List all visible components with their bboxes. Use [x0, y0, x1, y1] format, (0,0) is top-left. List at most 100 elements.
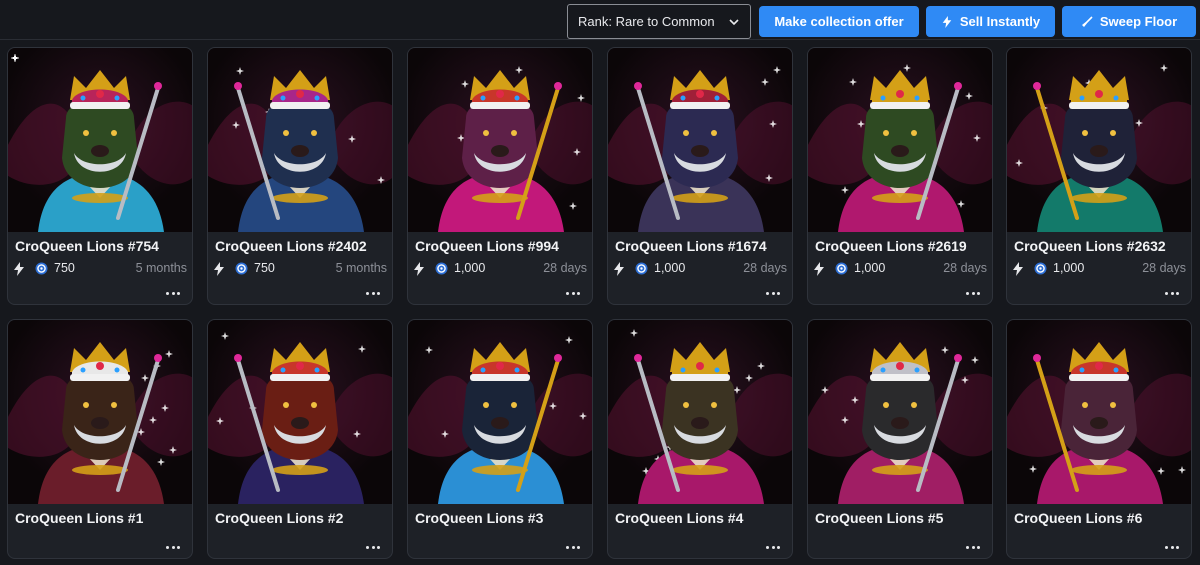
lion-portrait-image [1007, 64, 1191, 232]
nft-image[interactable] [8, 320, 192, 504]
nft-listing-info: 1,000 28 days [813, 261, 987, 277]
nft-name: CroQueen Lions #6 [1014, 510, 1143, 526]
nft-name: CroQueen Lions #1674 [615, 238, 767, 254]
nft-listed-age: 5 months [135, 261, 187, 275]
lion-portrait-image [208, 332, 392, 504]
more-options-icon[interactable] [766, 542, 780, 552]
nft-image[interactable] [808, 48, 992, 232]
nft-name: CroQueen Lions #994 [415, 238, 559, 254]
more-options-icon[interactable] [366, 288, 380, 298]
nft-card[interactable]: CroQueen Lions #754 750 5 months [7, 47, 193, 305]
cro-coin-icon [35, 262, 48, 275]
nft-price: 1,000 [454, 261, 486, 275]
nft-name: CroQueen Lions #1 [15, 510, 144, 526]
nft-listing-info: 1,000 28 days [613, 261, 787, 277]
nft-name: CroQueen Lions #4 [615, 510, 744, 526]
sell-instantly-label: Sell Instantly [959, 14, 1041, 29]
nft-card[interactable]: CroQueen Lions #5 [807, 319, 993, 559]
make-collection-offer-label: Make collection offer [774, 14, 904, 29]
cro-coin-icon [1034, 262, 1047, 275]
nft-image[interactable] [408, 48, 592, 232]
sort-dropdown[interactable]: Rank: Rare to Common [567, 4, 751, 39]
nft-image[interactable] [608, 320, 792, 504]
bolt-icon [614, 262, 624, 276]
nft-image[interactable] [1007, 48, 1191, 232]
bolt-icon [814, 262, 824, 276]
more-options-icon[interactable] [966, 542, 980, 552]
sort-dropdown-value: Rank: Rare to Common [578, 14, 715, 29]
lion-portrait-image [208, 67, 392, 232]
more-options-icon[interactable] [566, 542, 580, 552]
bolt-icon [14, 262, 24, 276]
lion-portrait-image [808, 64, 992, 232]
sell-instantly-button[interactable]: Sell Instantly [926, 6, 1055, 37]
nft-card[interactable]: CroQueen Lions #4 [607, 319, 793, 559]
nft-price: 1,000 [1053, 261, 1085, 275]
sweep-floor-button[interactable]: Sweep Floor [1062, 6, 1196, 37]
nft-price: 750 [254, 261, 275, 275]
nft-image[interactable] [8, 48, 192, 232]
more-options-icon[interactable] [166, 542, 180, 552]
nft-name: CroQueen Lions #2 [215, 510, 344, 526]
nft-name: CroQueen Lions #2402 [215, 238, 367, 254]
lion-portrait-image [8, 54, 192, 232]
cro-coin-icon [435, 262, 448, 275]
lion-portrait-image [808, 342, 992, 504]
broom-icon [1081, 15, 1093, 27]
nft-card[interactable]: CroQueen Lions #2632 1,000 28 days [1006, 47, 1192, 305]
nft-card[interactable]: CroQueen Lions #1 [7, 319, 193, 559]
nft-price: 1,000 [854, 261, 886, 275]
lion-portrait-image [1007, 342, 1191, 504]
nft-image[interactable] [608, 48, 792, 232]
nft-listed-age: 28 days [943, 261, 987, 275]
nft-card[interactable]: CroQueen Lions #3 [407, 319, 593, 559]
nft-listed-age: 28 days [543, 261, 587, 275]
nft-image[interactable] [808, 320, 992, 504]
nft-name: CroQueen Lions #3 [415, 510, 544, 526]
more-options-icon[interactable] [566, 288, 580, 298]
lion-portrait-image [608, 329, 792, 504]
nft-image[interactable] [208, 48, 392, 232]
nft-listed-age: 28 days [743, 261, 787, 275]
nft-price: 1,000 [654, 261, 686, 275]
nft-listing-info: 750 5 months [213, 261, 387, 277]
more-options-icon[interactable] [1165, 542, 1179, 552]
nft-card[interactable]: CroQueen Lions #2402 750 5 months [207, 47, 393, 305]
lion-portrait-image [8, 342, 192, 504]
nft-card[interactable]: CroQueen Lions #1674 1,000 28 days [607, 47, 793, 305]
nft-image[interactable] [1007, 320, 1191, 504]
nft-card[interactable]: CroQueen Lions #994 1,000 28 days [407, 47, 593, 305]
chevron-down-icon [729, 19, 739, 26]
nft-card[interactable]: CroQueen Lions #2 [207, 319, 393, 559]
nft-listed-age: 5 months [335, 261, 387, 275]
nft-listing-info: 1,000 28 days [1012, 261, 1186, 277]
bolt-icon [942, 15, 952, 28]
nft-price: 750 [54, 261, 75, 275]
more-options-icon[interactable] [166, 288, 180, 298]
toolbar: Rank: Rare to Common Make collection off… [0, 0, 1200, 40]
nft-image[interactable] [208, 320, 392, 504]
cro-coin-icon [235, 262, 248, 275]
more-options-icon[interactable] [966, 288, 980, 298]
lion-portrait-image [608, 66, 792, 232]
more-options-icon[interactable] [766, 288, 780, 298]
sweep-floor-label: Sweep Floor [1099, 14, 1178, 29]
more-options-icon[interactable] [366, 542, 380, 552]
lion-portrait-image [408, 66, 592, 232]
make-collection-offer-button[interactable]: Make collection offer [759, 6, 919, 37]
cro-coin-icon [835, 262, 848, 275]
nft-card[interactable]: CroQueen Lions #2619 1,000 28 days [807, 47, 993, 305]
nft-name: CroQueen Lions #2619 [815, 238, 967, 254]
bolt-icon [214, 262, 224, 276]
nft-name: CroQueen Lions #2632 [1014, 238, 1166, 254]
more-options-icon[interactable] [1165, 288, 1179, 298]
nft-name: CroQueen Lions #754 [15, 238, 159, 254]
nft-card[interactable]: CroQueen Lions #6 [1006, 319, 1192, 559]
nft-listing-info: 1,000 28 days [413, 261, 587, 277]
lion-portrait-image [408, 336, 592, 504]
cro-coin-icon [635, 262, 648, 275]
nft-listed-age: 28 days [1142, 261, 1186, 275]
nft-image[interactable] [408, 320, 592, 504]
nft-name: CroQueen Lions #5 [815, 510, 944, 526]
bolt-icon [1013, 262, 1023, 276]
